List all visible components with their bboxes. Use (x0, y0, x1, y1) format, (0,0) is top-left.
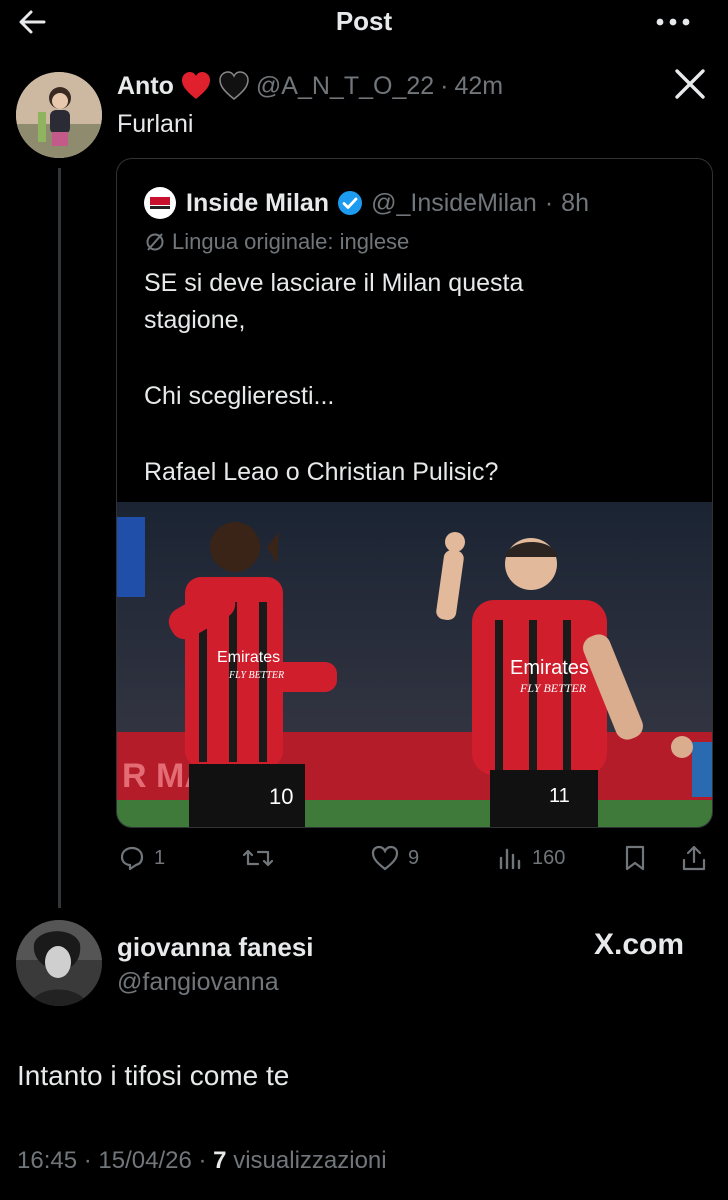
author-name[interactable]: Anto (117, 72, 174, 101)
page-title: Post (335, 6, 393, 36)
more-button[interactable] (650, 6, 700, 36)
post-header: Anto @A_N_T_O_22 · 42m (117, 70, 503, 102)
top-bar: Post (0, 0, 728, 44)
quote-photo[interactable]: R MAN Emirates FLY BETTER 10 Emirates FL… (117, 502, 712, 827)
quote-author-name[interactable]: Inside Milan (186, 189, 329, 218)
separator: · (198, 1147, 207, 1174)
inside-milan-logo-icon (150, 197, 170, 209)
separator: · (544, 188, 554, 217)
translation-label: Lingua originale: inglese (172, 229, 410, 254)
more-horizontal-icon (656, 18, 690, 26)
sponsor-label: Emirates (510, 657, 589, 679)
meta-time: 16:45 (17, 1147, 78, 1174)
player-number: 10 (269, 784, 293, 809)
meta-date: 15/04/26 (98, 1147, 192, 1174)
quote-line: stagione, (144, 306, 246, 334)
reply-avatar[interactable] (16, 920, 102, 1006)
quote-author-handle[interactable]: @_InsideMilan (371, 189, 537, 218)
post-text: Furlani (117, 110, 194, 138)
site-label[interactable]: X.com (594, 928, 684, 962)
reply-icon (120, 846, 144, 871)
separator: · (440, 71, 449, 100)
x-logo-icon[interactable] (672, 66, 712, 106)
like-count: 9 (408, 846, 420, 869)
sponsor-sub-label: FLY BETTER (519, 681, 587, 695)
quote-avatar[interactable] (144, 187, 176, 219)
red-heart-emoji (180, 71, 212, 101)
avatar-photo (16, 72, 102, 158)
quote-line: SE si deve lasciare il Milan questa (144, 269, 524, 297)
sponsor-sub-label: FLY BETTER (228, 670, 284, 681)
quoted-post-card[interactable]: Inside Milan @_InsideMilan · 8h Lingua o… (116, 158, 713, 828)
meta-views-label: visualizzazioni (233, 1147, 387, 1174)
repost-button[interactable] (242, 844, 274, 872)
views-button[interactable]: 160 (496, 844, 565, 872)
quote-line: Rafael Leao o Christian Pulisic? (144, 458, 499, 486)
quote-header: Inside Milan @_InsideMilan · 8h (186, 187, 589, 219)
views-count: 160 (532, 846, 566, 869)
reply-count: 1 (154, 846, 166, 869)
actions-bar: 1 9 160 (118, 842, 713, 876)
quote-time[interactable]: 8h (561, 189, 589, 218)
repost-icon (242, 849, 274, 867)
meta-views-count: 7 (213, 1147, 227, 1174)
share-icon (682, 845, 706, 871)
bookmark-icon (625, 845, 645, 871)
avatar[interactable] (16, 72, 102, 158)
like-button[interactable]: 9 (370, 844, 419, 872)
verified-badge-icon (337, 190, 363, 216)
share-button[interactable] (680, 844, 708, 877)
views-bar-icon (499, 848, 521, 870)
avatar-photo (16, 920, 102, 1006)
separator: · (83, 1147, 92, 1174)
reply-button[interactable]: 1 (118, 844, 165, 872)
heart-icon (371, 845, 399, 871)
players-celebration-image: R MAN Emirates FLY BETTER 10 Emirates FL… (117, 502, 712, 827)
no-entry-translate-icon (144, 231, 166, 253)
reply-author-name[interactable]: giovanna fanesi (117, 932, 314, 963)
quote-text: SE si deve lasciare il Milan questa stag… (144, 265, 694, 491)
reply-text: Intanto i tifosi come te (17, 1060, 290, 1091)
translation-note[interactable]: Lingua originale: inglese (144, 229, 409, 255)
post-time[interactable]: 42m (455, 72, 504, 101)
post-meta: 16:45 · 15/04/26 · 7 visualizzazioni (17, 1147, 387, 1175)
black-heart-emoji (218, 71, 250, 101)
quote-line: Chi sceglieresti... (144, 382, 335, 410)
sponsor-label: Emirates (217, 649, 280, 666)
reply-author-handle[interactable]: @fangiovanna (117, 968, 279, 997)
thread-line (58, 168, 61, 908)
author-handle[interactable]: @A_N_T_O_22 (256, 72, 434, 101)
bookmark-button[interactable] (622, 844, 648, 877)
player-number: 11 (549, 785, 570, 807)
